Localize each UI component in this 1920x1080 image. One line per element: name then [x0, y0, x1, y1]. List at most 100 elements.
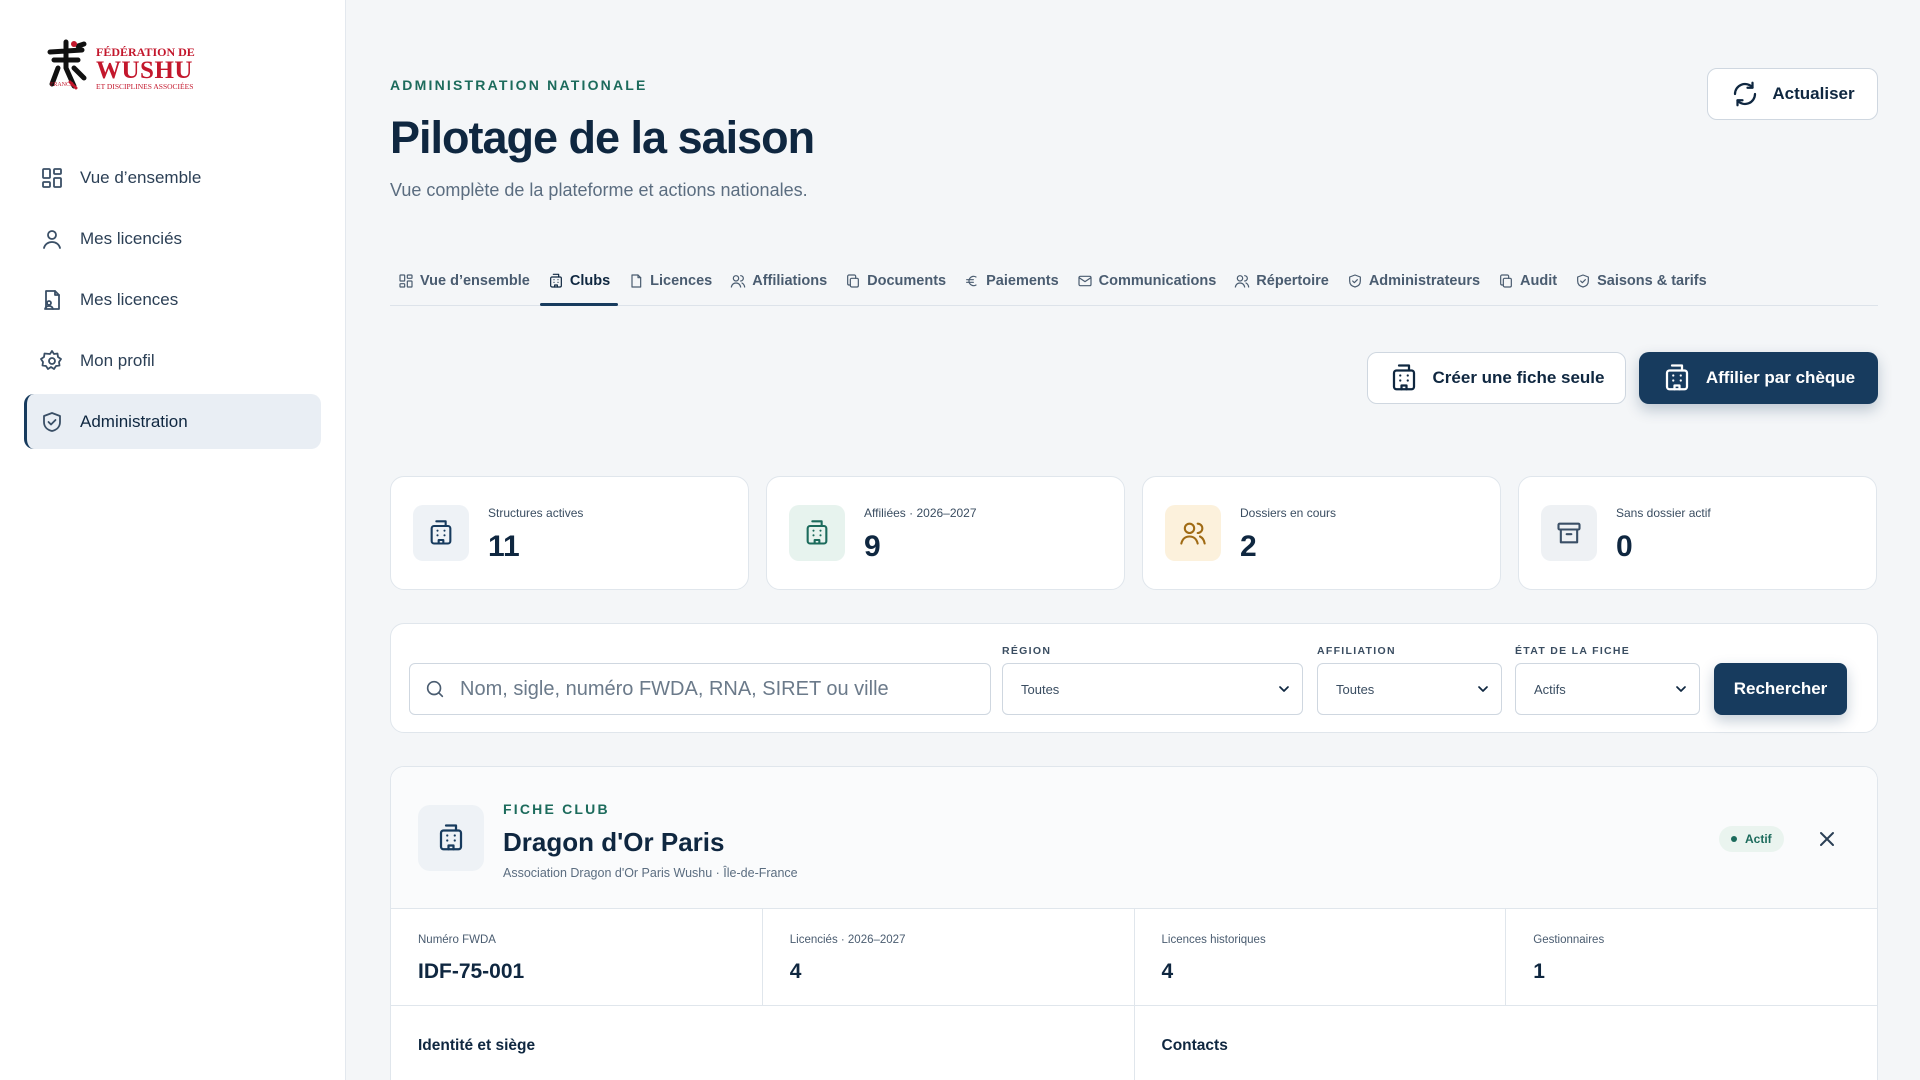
building-icon: [806, 520, 828, 545]
create-club-record-label: Créer une fiche seule: [1432, 368, 1605, 387]
stats-row: Structures actives 11 Affiliées · 2026–2…: [390, 476, 1878, 590]
metric-label: Licenciés · 2026–2027: [789, 934, 906, 946]
tab-administrators[interactable]: Administrateurs: [1339, 258, 1488, 304]
tab-documents[interactable]: Documents: [837, 258, 954, 304]
section-title: Contacts: [1161, 1037, 1228, 1054]
stat-card-pending-files: Dossiers en cours 2: [1142, 476, 1501, 590]
admin-tabs: Vue d’ensemble Clubs Licences Affiliatio…: [390, 258, 1878, 306]
sidebar-item-overview[interactable]: Vue d’ensemble: [24, 150, 321, 205]
region-select[interactable]: Toutes: [1002, 663, 1303, 715]
club-sections: Identité et siège Contacts: [391, 1006, 1877, 1080]
metric-managers: Gestionnaires 1: [1506, 909, 1877, 1005]
region-select-value: Toutes: [1021, 681, 1060, 697]
tab-directory[interactable]: Répertoire: [1226, 258, 1337, 304]
refresh-button[interactable]: Actualiser: [1707, 68, 1878, 120]
affiliate-by-check-button[interactable]: Affilier par chèque: [1639, 352, 1878, 404]
sidebar-item-administration[interactable]: Administration: [24, 394, 321, 449]
status-dot: [1731, 836, 1737, 842]
sidebar: FÉDÉRATION DE WUSHU ET DISCIPLINES ASSOC…: [0, 0, 346, 1080]
search-input[interactable]: Nom, sigle, numéro FWDA, RNA, SIRET ou v…: [409, 663, 991, 715]
gear-icon: [40, 349, 62, 370]
sidebar-nav: Vue d’ensemble Mes licenciés Mes licence…: [24, 150, 321, 455]
tab-clubs[interactable]: Clubs: [539, 258, 619, 306]
metric-label: Licences historiques: [1161, 934, 1266, 946]
tab-label: Audit: [1520, 273, 1558, 289]
tab-label: Vue d’ensemble: [420, 273, 530, 289]
tab-seasons-rates[interactable]: Saisons & tarifs: [1567, 258, 1715, 304]
refresh-icon: [1734, 81, 1757, 107]
search-icon: [426, 680, 444, 698]
logo-line-2: WUSHU: [96, 57, 193, 84]
stat-value: 11: [488, 530, 520, 563]
refresh-label: Actualiser: [1772, 84, 1855, 103]
region-filter-label: RÉGION: [1002, 645, 1052, 657]
club-record-header: FICHE CLUB Dragon d'Or Paris Association…: [391, 767, 1877, 909]
section-identity: Identité et siège: [391, 1006, 1135, 1080]
tab-label: Répertoire: [1256, 273, 1329, 289]
tab-label: Affiliations: [752, 273, 828, 289]
sidebar-item-label: Administration: [80, 411, 188, 431]
section-title: Identité et siège: [418, 1037, 536, 1054]
license-icon: [44, 289, 60, 310]
tab-label: Paiements: [986, 273, 1059, 289]
metric-value: IDF-75-001: [418, 960, 525, 983]
affiliation-filter-label: AFFILIATION: [1317, 645, 1396, 657]
sidebar-item-licensees[interactable]: Mes licenciés: [24, 211, 321, 266]
metric-label: Gestionnaires: [1533, 934, 1605, 946]
tab-payments[interactable]: Paiements: [956, 258, 1067, 304]
tab-label: Licences: [650, 273, 713, 289]
metric-value: 4: [1161, 960, 1174, 983]
club-subtitle: Association Dragon d'Or Paris Wushu · Îl…: [503, 866, 798, 880]
sidebar-item-label: Mon profil: [80, 350, 155, 370]
affiliation-select[interactable]: Toutes: [1317, 663, 1502, 715]
sidebar-item-label: Mes licenciés: [80, 228, 183, 248]
stat-icon-box: [413, 505, 469, 561]
metric-historical-licences: Licences historiques 4: [1135, 909, 1507, 1005]
stat-label: Sans dossier actif: [1616, 506, 1711, 520]
sidebar-item-profile[interactable]: Mon profil: [24, 333, 321, 388]
tab-label: Administrateurs: [1368, 273, 1481, 289]
create-club-record-button[interactable]: Créer une fiche seule: [1367, 352, 1626, 404]
tab-audit[interactable]: Audit: [1490, 258, 1565, 304]
stat-value: 9: [864, 530, 881, 563]
filters-panel: Nom, sigle, numéro FWDA, RNA, SIRET ou v…: [390, 623, 1878, 733]
club-record-card: FICHE CLUB Dragon d'Or Paris Association…: [390, 766, 1878, 1080]
metric-value: 1: [1533, 960, 1545, 983]
stat-card-active-structures: Structures actives 11: [390, 476, 749, 590]
club-name: Dragon d'Or Paris: [503, 827, 725, 857]
dashboard-icon: [399, 274, 413, 288]
mail-icon: [1078, 275, 1092, 287]
sidebar-item-licenses[interactable]: Mes licences: [24, 272, 321, 327]
metric-fwda-number: Numéro FWDA IDF-75-001: [391, 909, 763, 1005]
stat-label: Dossiers en cours: [1240, 506, 1337, 520]
metric-label: Numéro FWDA: [418, 934, 496, 946]
page-subtitle: Vue complète de la plateforme et actions…: [390, 180, 808, 200]
tab-overview[interactable]: Vue d’ensemble: [390, 258, 538, 304]
logo-country: FRANCE: [50, 82, 74, 88]
tab-communications[interactable]: Communications: [1069, 258, 1225, 304]
record-state-filter-label: ÉTAT DE LA FICHE: [1515, 645, 1631, 657]
chevron-down-icon: [1279, 686, 1289, 692]
tab-label: Saisons & tarifs: [1597, 273, 1707, 289]
tab-licences[interactable]: Licences: [620, 258, 720, 304]
building-icon: [1665, 364, 1688, 391]
page-title: Pilotage de la saison: [390, 112, 815, 163]
building-icon: [430, 520, 452, 545]
shield-icon: [43, 411, 61, 432]
stat-icon-box: [1541, 505, 1597, 561]
stat-label: Affiliées · 2026–2027: [864, 506, 977, 520]
tab-label: Documents: [867, 273, 947, 289]
chevron-down-icon: [1478, 686, 1488, 692]
stat-icon-box: [1165, 505, 1221, 561]
federation-logo-text: FÉDÉRATION DE WUSHU ET DISCIPLINES ASSOC…: [96, 46, 195, 91]
record-state-select[interactable]: Actifs: [1515, 663, 1700, 715]
search-placeholder: Nom, sigle, numéro FWDA, RNA, SIRET ou v…: [460, 677, 889, 700]
tab-label: Clubs: [569, 273, 611, 289]
building-icon: [549, 273, 562, 288]
section-contacts: Contacts: [1135, 1006, 1878, 1080]
close-icon[interactable]: [1815, 827, 1839, 851]
euro-icon: [966, 275, 977, 287]
search-button[interactable]: Rechercher: [1714, 663, 1847, 715]
tab-affiliations[interactable]: Affiliations: [722, 258, 835, 304]
users-icon: [1180, 522, 1206, 545]
